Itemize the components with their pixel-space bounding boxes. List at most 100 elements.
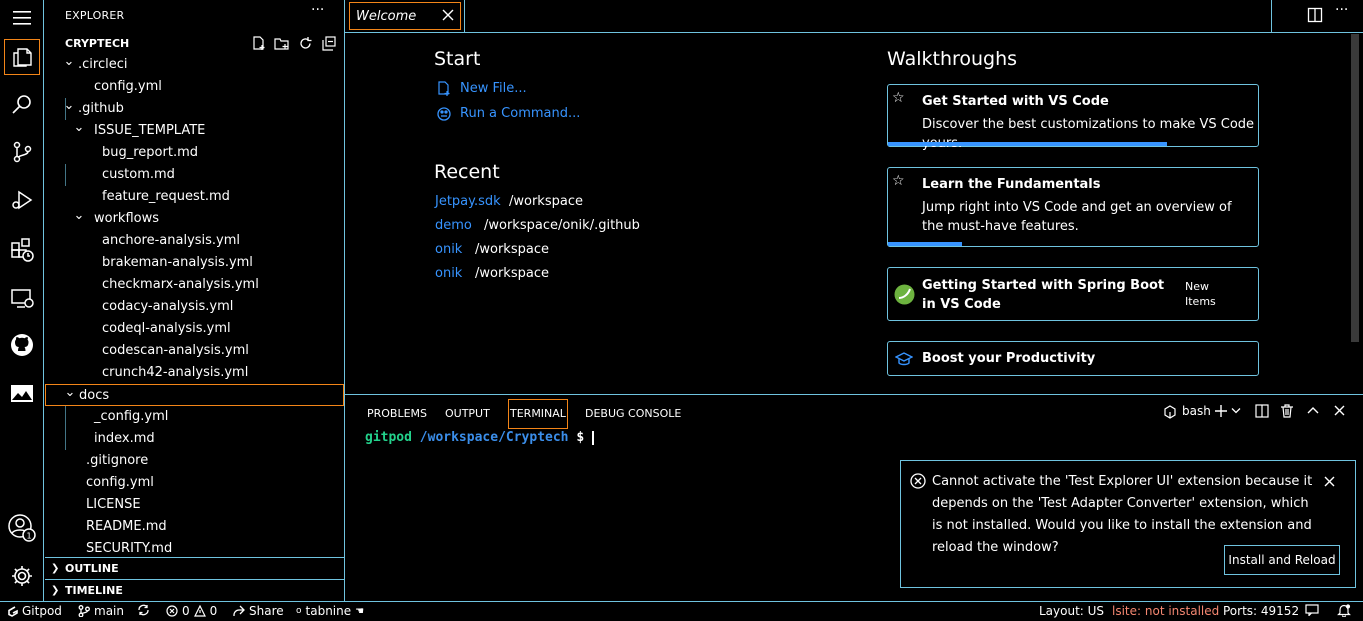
chevron-down-icon[interactable]: [1231, 407, 1241, 415]
layout-label[interactable]: Layout: US: [1039, 604, 1104, 618]
file-row[interactable]: index.md: [45, 428, 344, 450]
tabnine-status[interactable]: o tabnine ☚: [296, 604, 364, 618]
feedback-status[interactable]: [1305, 604, 1319, 616]
install-and-reload-button[interactable]: Install and Reload: [1224, 545, 1340, 575]
settings-gear-icon[interactable]: [4, 558, 40, 594]
start-heading: Start: [434, 48, 481, 70]
gitpod-status[interactable]: Gitpod: [6, 604, 62, 618]
workspace-root[interactable]: CRYPTECH: [45, 33, 344, 55]
file-row[interactable]: config.yml: [45, 472, 344, 494]
file-row[interactable]: anchore-analysis.yml: [45, 230, 344, 252]
ports-status[interactable]: Ports: 49152: [1223, 604, 1299, 618]
walkthrough-card-fundamentals[interactable]: ☆ Learn the Fundamentals Jump right into…: [887, 167, 1259, 247]
recent-item-link[interactable]: demo: [435, 218, 472, 233]
file-row[interactable]: custom.md: [45, 164, 344, 186]
error-count: 0: [182, 604, 190, 618]
more-actions-icon[interactable]: ···: [311, 2, 324, 18]
tabnine-label: tabnine: [305, 604, 352, 618]
activity-bar: 1: [0, 0, 44, 601]
tab-welcome[interactable]: Welcome: [349, 2, 461, 30]
file-row[interactable]: feature_request.md: [45, 186, 344, 208]
add-terminal-icon[interactable]: [1214, 404, 1228, 418]
github-icon[interactable]: [4, 327, 40, 363]
more-actions-icon[interactable]: ···: [1335, 2, 1348, 18]
indent-guide: [65, 98, 66, 120]
new-file-link[interactable]: New File...: [460, 81, 527, 96]
walkthrough-card-spring-boot[interactable]: Getting Started with Spring Boot in VS C…: [887, 267, 1259, 321]
new-file-icon[interactable]: [251, 36, 266, 51]
split-editor-icon[interactable]: [1307, 7, 1323, 23]
editor-scrollbar[interactable]: [1351, 34, 1359, 342]
extensions-icon[interactable]: [4, 232, 40, 268]
tree-item-label: feature_request.md: [102, 189, 230, 204]
timeline-section[interactable]: ❯ TIMELINE: [45, 579, 344, 601]
problems-status[interactable]: 0 0: [166, 604, 217, 618]
image-preview-icon[interactable]: [4, 375, 40, 411]
file-row[interactable]: bug_report.md: [45, 142, 344, 164]
recent-item-link[interactable]: Jetpay.sdk: [435, 194, 501, 209]
file-row[interactable]: codescan-analysis.yml: [45, 340, 344, 362]
folder-row[interactable]: ⌄ .circleci: [45, 54, 344, 76]
accounts-icon[interactable]: 1: [4, 510, 40, 546]
file-row[interactable]: config.yml: [45, 76, 344, 98]
explorer-sidebar: EXPLORER ··· CRYPTECH ⌄ .circleci config.y…: [45, 0, 345, 601]
branch-status[interactable]: main: [78, 604, 124, 618]
folder-row[interactable]: ⌄ .github: [45, 98, 344, 120]
file-row[interactable]: README.md: [45, 516, 344, 538]
remote-explorer-icon[interactable]: [4, 280, 40, 316]
folder-row[interactable]: ⌄ workflows: [45, 208, 344, 230]
file-row[interactable]: crunch42-analysis.yml: [45, 362, 344, 384]
card-title: Learn the Fundamentals: [922, 177, 1101, 192]
sync-status[interactable]: [137, 604, 150, 616]
spring-boot-icon: [894, 284, 915, 305]
new-folder-icon[interactable]: [274, 36, 289, 51]
tab-debug-console[interactable]: DEBUG CONSOLE: [585, 406, 681, 428]
source-control-icon[interactable]: [4, 134, 40, 170]
tree-item-label: codescan-analysis.yml: [102, 343, 249, 358]
close-icon[interactable]: [1324, 476, 1335, 487]
terminal-cursor: [592, 430, 594, 445]
run-command-link[interactable]: Run a Command...: [460, 106, 580, 121]
file-row[interactable]: codeql-analysis.yml: [45, 318, 344, 340]
folder-row[interactable]: ⌄ ISSUE_TEMPLATE: [45, 120, 344, 142]
file-row[interactable]: codacy-analysis.yml: [45, 296, 344, 318]
explorer-icon[interactable]: [4, 39, 40, 75]
file-row[interactable]: .gitignore: [45, 450, 344, 472]
tab-problems[interactable]: PROBLEMS: [367, 406, 427, 428]
trash-icon[interactable]: [1280, 404, 1294, 418]
prompt-symbol: $: [576, 430, 585, 445]
walkthrough-card-productivity[interactable]: Boost your Productivity: [887, 341, 1259, 376]
menu-icon[interactable]: [4, 2, 40, 34]
run-debug-icon[interactable]: [4, 182, 40, 218]
lsp-status[interactable]: lsite: not installed: [1112, 604, 1219, 618]
status-bar: Gitpod main 0 0 Share o tabnine ☚ Layout…: [0, 601, 1363, 621]
recent-item-link[interactable]: onik: [435, 266, 462, 281]
sync-icon: [138, 604, 149, 616]
terminal-shell-label[interactable]: bash: [1182, 404, 1211, 418]
split-terminal-icon[interactable]: [1255, 404, 1269, 418]
star-icon: ☆: [892, 173, 905, 189]
tab-output[interactable]: OUTPUT: [445, 406, 490, 428]
file-row[interactable]: checkmarx-analysis.yml: [45, 274, 344, 296]
close-icon[interactable]: [442, 9, 454, 21]
file-row[interactable]: brakeman-analysis.yml: [45, 252, 344, 274]
tree-item-label: docs: [79, 388, 110, 403]
outline-section[interactable]: ❯ OUTLINE: [45, 557, 344, 579]
search-icon[interactable]: [4, 86, 40, 122]
maximize-panel-icon[interactable]: [1307, 405, 1319, 415]
recent-item-link[interactable]: onik: [435, 242, 462, 257]
folder-row[interactable]: ⌄ docs: [45, 384, 344, 406]
recent-item-path: /workspace/onik/.github: [484, 218, 640, 233]
gitpod-icon: [8, 606, 18, 617]
file-row[interactable]: _config.yml: [45, 406, 344, 428]
collapse-all-icon[interactable]: [322, 36, 337, 51]
tab-terminal[interactable]: TERMINAL: [508, 399, 568, 429]
walkthrough-card-vscode[interactable]: ☆ Get Started with VS Code Discover the …: [887, 84, 1259, 151]
file-row[interactable]: LICENSE: [45, 494, 344, 516]
refresh-icon[interactable]: [298, 36, 313, 51]
notifications-status[interactable]: [1337, 604, 1351, 617]
share-status[interactable]: Share: [232, 604, 284, 618]
terminal-prompt[interactable]: gitpod /workspace/Cryptech $: [365, 430, 594, 445]
recent-heading: Recent: [434, 161, 500, 183]
close-icon[interactable]: [1334, 405, 1345, 416]
